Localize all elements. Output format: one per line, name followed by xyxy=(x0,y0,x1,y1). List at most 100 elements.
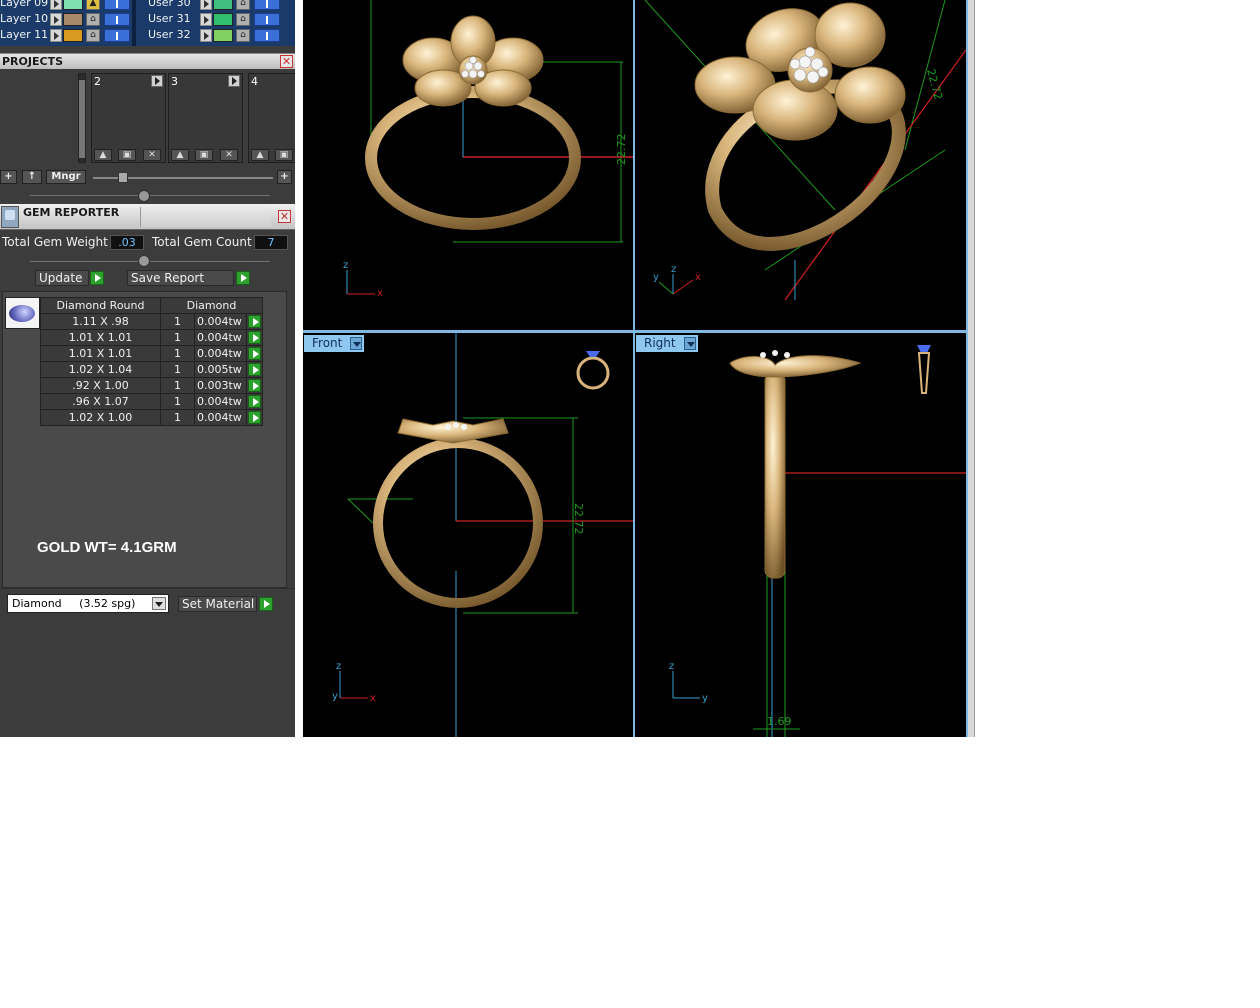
scrollbar-thumb[interactable] xyxy=(79,80,85,158)
expand-arrow-icon[interactable] xyxy=(228,75,240,87)
select-gem-icon[interactable] xyxy=(248,347,261,360)
add-project-button[interactable]: + xyxy=(0,170,17,184)
row-action-cell[interactable] xyxy=(246,345,263,362)
save-icon[interactable]: ▣ xyxy=(275,149,293,161)
manager-button[interactable]: Mngr xyxy=(46,170,86,184)
select-gem-icon[interactable] xyxy=(248,363,261,376)
layer-color-swatch[interactable] xyxy=(213,29,233,42)
save-icon[interactable]: ▣ xyxy=(195,149,213,161)
view-label-right[interactable]: Right xyxy=(636,335,698,352)
projects-scrollbar[interactable] xyxy=(78,73,86,163)
viewport-top[interactable]: 22.72 x z xyxy=(303,0,633,330)
zoom-in-button[interactable]: + xyxy=(277,170,292,184)
close-icon[interactable]: ✕ xyxy=(280,55,293,68)
viewport-perspective[interactable]: 22.72 x z y xyxy=(635,0,966,330)
select-gem-icon[interactable] xyxy=(248,315,261,328)
layer-row-09[interactable]: Layer 09 ▲ xyxy=(0,0,132,11)
move-up-button[interactable]: ↑ xyxy=(22,170,42,184)
lock-icon[interactable]: ⌂ xyxy=(86,29,100,42)
update-go-icon[interactable] xyxy=(90,271,104,285)
lock-icon[interactable]: ⌂ xyxy=(236,13,250,26)
gem-size-cell: 1.11 X .98 xyxy=(40,313,161,330)
viewport-front[interactable]: 22.72 x z y Front xyxy=(303,333,633,737)
table-row[interactable]: .96 X 1.07 1 0.004tw xyxy=(40,393,263,410)
lock-icon[interactable]: ⌂ xyxy=(236,29,250,42)
delete-icon[interactable]: ✕ xyxy=(143,149,161,161)
lock-icon[interactable]: ▲ xyxy=(86,0,100,10)
splitter-handle[interactable] xyxy=(138,190,150,202)
col-header-shape[interactable]: Diamond Round xyxy=(40,297,161,314)
layer-color-swatch[interactable] xyxy=(213,13,233,26)
layer-expand-button[interactable] xyxy=(50,29,62,42)
update-button[interactable]: Update xyxy=(35,270,89,286)
table-row[interactable]: .92 X 1.00 1 0.003tw xyxy=(40,377,263,394)
gem-reporter-icon xyxy=(1,206,19,228)
chevron-down-icon[interactable] xyxy=(350,337,363,350)
save-icon[interactable]: ▣ xyxy=(118,149,136,161)
chevron-down-icon[interactable] xyxy=(152,597,166,610)
delete-icon[interactable]: ✕ xyxy=(220,149,238,161)
layer-expand-button[interactable] xyxy=(200,29,212,42)
layer-expand-button[interactable] xyxy=(200,13,212,26)
set-material-button[interactable]: Set Material xyxy=(178,596,257,612)
project-slot-4[interactable]: 4 ▲ ▣ xyxy=(248,73,295,163)
view-label-front[interactable]: Front xyxy=(304,335,365,352)
table-row[interactable]: 1.11 X .98 1 0.004tw xyxy=(40,313,263,330)
table-row[interactable]: 1.01 X 1.01 1 0.004tw xyxy=(40,345,263,362)
gem-size-cell: 1.01 X 1.01 xyxy=(40,329,161,346)
viewport-splitter-vertical[interactable] xyxy=(633,0,635,737)
gem-weight-cell: 0.004tw xyxy=(194,345,247,362)
row-action-cell[interactable] xyxy=(246,377,263,394)
visibility-toggle[interactable] xyxy=(104,29,130,42)
layer-row-10[interactable]: Layer 10 ⌂ xyxy=(0,12,132,27)
layer-expand-button[interactable] xyxy=(50,0,62,10)
layer-row-user-31[interactable]: User 31 ⌂ xyxy=(148,12,283,27)
layer-expand-button[interactable] xyxy=(50,13,62,26)
layer-row-11[interactable]: Layer 11 ⌂ xyxy=(0,28,132,43)
row-action-cell[interactable] xyxy=(246,409,263,426)
chevron-down-icon[interactable] xyxy=(683,337,696,350)
table-row[interactable]: 1.02 X 1.04 1 0.005tw xyxy=(40,361,263,378)
select-gem-icon[interactable] xyxy=(248,411,261,424)
save-report-button[interactable]: Save Report xyxy=(127,270,234,286)
viewport-splitter-horizontal[interactable] xyxy=(303,330,967,333)
project-slot-3[interactable]: 3 ▲ ▣ ✕ xyxy=(168,73,243,163)
visibility-toggle[interactable] xyxy=(104,13,130,26)
close-icon[interactable]: ✕ xyxy=(278,210,291,223)
gem-weight-cell: 0.004tw xyxy=(194,409,247,426)
table-row[interactable]: 1.02 X 1.00 1 0.004tw xyxy=(40,409,263,426)
visibility-toggle[interactable] xyxy=(104,0,130,10)
layer-row-user-30[interactable]: User 30 ⌂ xyxy=(148,0,283,11)
set-material-go-icon[interactable] xyxy=(259,597,273,611)
layer-color-swatch[interactable] xyxy=(63,0,83,10)
layer-row-user-32[interactable]: User 32 ⌂ xyxy=(148,28,283,43)
viewport-right[interactable]: 1.69 y z Right xyxy=(635,333,966,737)
layer-color-swatch[interactable] xyxy=(213,0,233,10)
projects-zoom-thumb[interactable] xyxy=(118,172,128,183)
expand-arrow-icon[interactable] xyxy=(151,75,163,87)
select-gem-icon[interactable] xyxy=(248,331,261,344)
upload-icon[interactable]: ▲ xyxy=(251,149,269,161)
row-action-cell[interactable] xyxy=(246,393,263,410)
lock-icon[interactable]: ⌂ xyxy=(86,13,100,26)
row-action-cell[interactable] xyxy=(246,329,263,346)
layer-color-swatch[interactable] xyxy=(63,29,83,42)
select-gem-icon[interactable] xyxy=(248,379,261,392)
project-slot-2[interactable]: 2 ▲ ▣ ✕ xyxy=(91,73,166,163)
row-action-cell[interactable] xyxy=(246,361,263,378)
splitter-handle[interactable] xyxy=(138,255,150,267)
select-gem-icon[interactable] xyxy=(248,395,261,408)
layer-expand-button[interactable] xyxy=(200,0,212,10)
upload-icon[interactable]: ▲ xyxy=(94,149,112,161)
material-select[interactable]: Diamond (3.52 spg) xyxy=(7,594,169,613)
save-report-go-icon[interactable] xyxy=(236,271,250,285)
upload-icon[interactable]: ▲ xyxy=(171,149,189,161)
layer-color-swatch[interactable] xyxy=(63,13,83,26)
visibility-toggle[interactable] xyxy=(254,0,280,10)
visibility-toggle[interactable] xyxy=(254,29,280,42)
lock-icon[interactable]: ⌂ xyxy=(236,0,250,10)
table-row[interactable]: 1.01 X 1.01 1 0.004tw xyxy=(40,329,263,346)
visibility-toggle[interactable] xyxy=(254,13,280,26)
row-action-cell[interactable] xyxy=(246,313,263,330)
col-header-material[interactable]: Diamond xyxy=(160,297,263,314)
